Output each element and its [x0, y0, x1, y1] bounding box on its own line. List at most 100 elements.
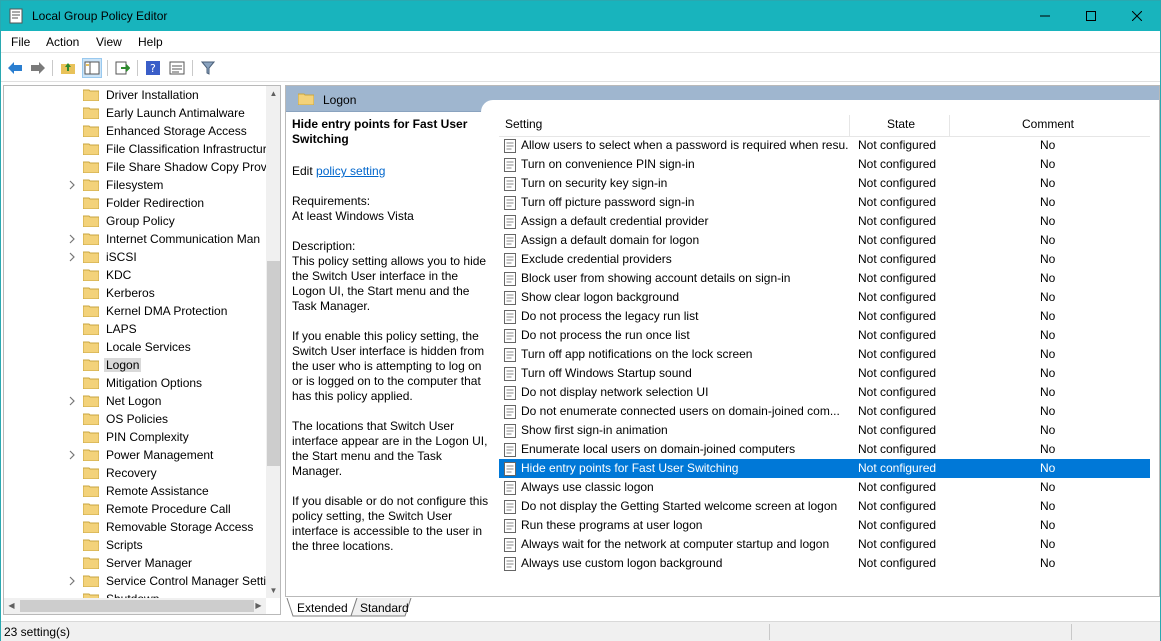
setting-comment: No: [1040, 442, 1056, 456]
tree-item[interactable]: Kernel DMA Protection: [4, 302, 266, 320]
setting-name: Do not enumerate connected users on doma…: [521, 404, 840, 418]
scroll-thumb-horizontal[interactable]: [20, 600, 254, 612]
tree-horizontal-scrollbar[interactable]: ◀ ▶: [4, 598, 266, 614]
title-bar[interactable]: Local Group Policy Editor: [1, 1, 1160, 31]
back-button[interactable]: [5, 58, 25, 78]
list-row[interactable]: Turn on security key sign-in Not configur…: [499, 174, 1150, 193]
forward-button[interactable]: [28, 58, 48, 78]
list-row[interactable]: Do not display the Getting Started welco…: [499, 497, 1150, 516]
up-one-level-button[interactable]: [58, 58, 78, 78]
policy-setting-icon: [504, 424, 516, 438]
tree-item[interactable]: Kerberos: [4, 284, 266, 302]
list-row[interactable]: Hide entry points for Fast User Switchin…: [499, 459, 1150, 478]
tree-item[interactable]: iSCSI: [4, 248, 266, 266]
tree-item[interactable]: File Classification Infrastructur: [4, 140, 266, 158]
tab-standard[interactable]: Standard: [354, 598, 415, 617]
scroll-down-icon[interactable]: ▼: [266, 583, 280, 598]
tree-item-label: Driver Installation: [106, 88, 199, 102]
show-hide-tree-button[interactable]: [82, 58, 102, 78]
minimize-button[interactable]: [1022, 1, 1068, 31]
tree-item[interactable]: Early Launch Antimalware: [4, 104, 266, 122]
tree-item[interactable]: Recovery: [4, 464, 266, 482]
list-row[interactable]: Do not process the legacy run list Not co…: [499, 307, 1150, 326]
tree-item[interactable]: Locale Services: [4, 338, 266, 356]
list-row[interactable]: Run these programs at user logon Not conf…: [499, 516, 1150, 535]
list-row[interactable]: Assign a default domain for logon Not con…: [499, 231, 1150, 250]
list-row[interactable]: Turn off app notifications on the lock s…: [499, 345, 1150, 364]
setting-name: Do not process the legacy run list: [521, 309, 699, 323]
tree-item[interactable]: Server Manager: [4, 554, 266, 572]
column-state[interactable]: State: [887, 117, 915, 137]
tree-item[interactable]: Power Management: [4, 446, 266, 464]
list-row[interactable]: Turn off picture password sign-in Not con…: [499, 193, 1150, 212]
scroll-thumb[interactable]: [267, 261, 280, 466]
setting-state: Not configured: [858, 328, 937, 342]
list-row[interactable]: Always use classic logon Not configured No: [499, 478, 1150, 497]
chevron-right-icon[interactable]: [68, 234, 76, 244]
list-row[interactable]: Do not display network selection UI Not c…: [499, 383, 1150, 402]
tree-item[interactable]: Remote Procedure Call: [4, 500, 266, 518]
folder-icon: [83, 359, 99, 371]
help-button[interactable]: ?: [143, 58, 163, 78]
list-row[interactable]: Show clear logon background Not configure…: [499, 288, 1150, 307]
list-row[interactable]: Turn on convenience PIN sign-in Not confi…: [499, 155, 1150, 174]
setting-comment: No: [1040, 176, 1056, 190]
column-comment[interactable]: Comment: [1022, 117, 1074, 137]
menu-file[interactable]: File: [11, 35, 30, 49]
tree-item[interactable]: Internet Communication Man: [4, 230, 266, 248]
column-setting[interactable]: Setting: [505, 117, 542, 137]
tree-item[interactable]: Remote Assistance: [4, 482, 266, 500]
folder-icon: [83, 449, 99, 461]
policy-setting-link[interactable]: policy setting: [316, 164, 385, 178]
tree-item[interactable]: Scripts: [4, 536, 266, 554]
tree-item[interactable]: Mitigation Options: [4, 374, 266, 392]
tree-item[interactable]: OS Policies: [4, 410, 266, 428]
tree-item[interactable]: Shutdown: [4, 590, 266, 598]
list-row[interactable]: Enumerate local users on domain-joined c…: [499, 440, 1150, 459]
properties-button[interactable]: [167, 58, 187, 78]
list-row[interactable]: Block user from showing account details …: [499, 269, 1150, 288]
tree-item[interactable]: Driver Installation: [4, 86, 266, 104]
list-row[interactable]: Always use custom logon background Not co…: [499, 554, 1150, 573]
tree-item[interactable]: Removable Storage Access: [4, 518, 266, 536]
tree-vertical-scrollbar[interactable]: ▲ ▼: [266, 86, 280, 598]
scroll-up-icon[interactable]: ▲: [266, 86, 280, 101]
menu-view[interactable]: View: [96, 35, 122, 49]
tree-item[interactable]: Folder Redirection: [4, 194, 266, 212]
policy-setting-icon: [504, 519, 516, 533]
tree-item[interactable]: KDC: [4, 266, 266, 284]
chevron-right-icon[interactable]: [68, 576, 76, 586]
tree-item[interactable]: Logon: [4, 356, 266, 374]
list-row[interactable]: Do not process the run once list Not conf…: [499, 326, 1150, 345]
export-list-button[interactable]: [112, 58, 132, 78]
tree-item[interactable]: Net Logon: [4, 392, 266, 410]
tree-item[interactable]: Service Control Manager Settir: [4, 572, 266, 590]
chevron-right-icon[interactable]: [68, 180, 76, 190]
maximize-button[interactable]: [1068, 1, 1114, 31]
tab-extended[interactable]: Extended: [291, 598, 354, 617]
tree-item[interactable]: File Share Shadow Copy Provic: [4, 158, 266, 176]
list-row[interactable]: Always wait for the network at computer …: [499, 535, 1150, 554]
scroll-left-icon[interactable]: ◀: [4, 598, 19, 613]
list-row[interactable]: Assign a default credential provider Not …: [499, 212, 1150, 231]
list-row[interactable]: Show first sign-in animation Not configur…: [499, 421, 1150, 440]
tree-item[interactable]: Filesystem: [4, 176, 266, 194]
chevron-right-icon[interactable]: [68, 252, 76, 262]
list-row[interactable]: Do not enumerate connected users on doma…: [499, 402, 1150, 421]
menu-help[interactable]: Help: [138, 35, 163, 49]
tree-item-label: File Classification Infrastructur: [106, 142, 266, 156]
close-button[interactable]: [1114, 1, 1160, 31]
tree-item[interactable]: Enhanced Storage Access: [4, 122, 266, 140]
chevron-right-icon[interactable]: [68, 396, 76, 406]
filter-button[interactable]: [198, 58, 218, 78]
list-row[interactable]: Exclude credential providers Not configur…: [499, 250, 1150, 269]
setting-state: Not configured: [858, 461, 937, 475]
tree-item[interactable]: Group Policy: [4, 212, 266, 230]
tree-item[interactable]: LAPS: [4, 320, 266, 338]
list-row[interactable]: Turn off Windows Startup sound Not config…: [499, 364, 1150, 383]
scroll-right-icon[interactable]: ▶: [251, 598, 266, 613]
menu-action[interactable]: Action: [46, 35, 79, 49]
list-row[interactable]: Allow users to select when a password is…: [499, 136, 1150, 155]
tree-item[interactable]: PIN Complexity: [4, 428, 266, 446]
chevron-right-icon[interactable]: [68, 450, 76, 460]
